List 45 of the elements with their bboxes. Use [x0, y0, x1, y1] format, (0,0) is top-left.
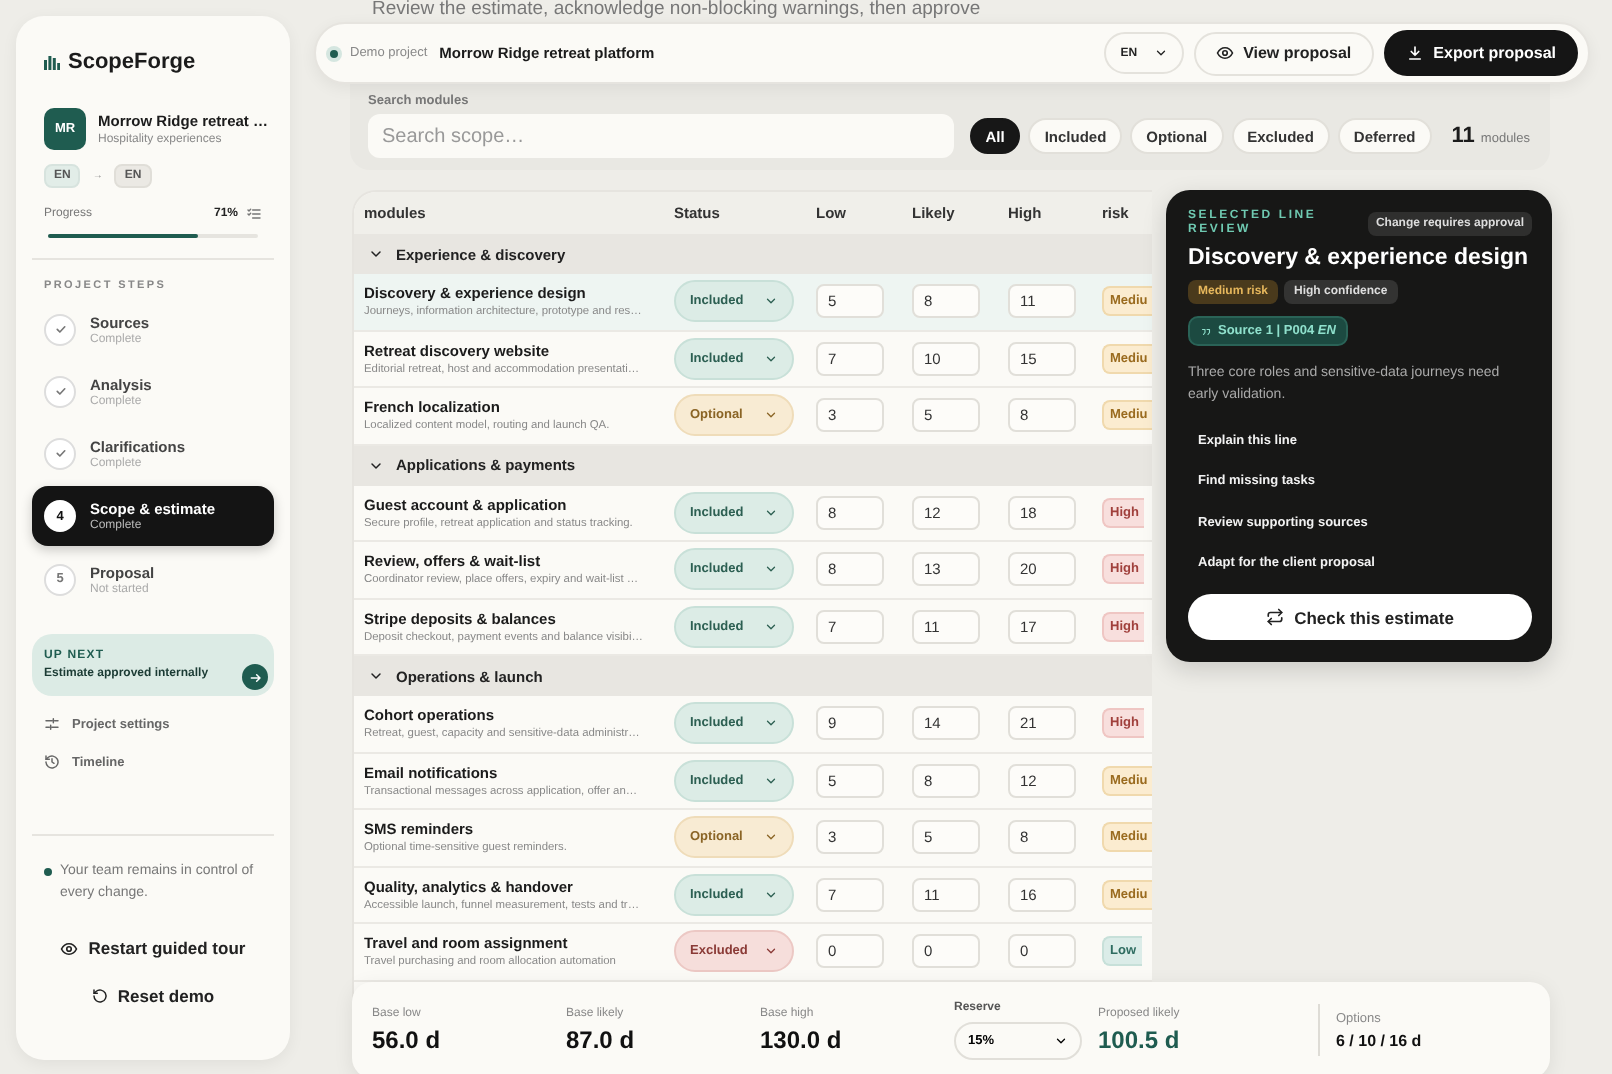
- tour-button[interactable]: Restart guided tour: [32, 938, 274, 958]
- sliders-icon: [44, 716, 60, 732]
- status-dot: [44, 868, 52, 876]
- review-title: Discovery & experience design: [1188, 246, 1531, 270]
- caret-icon: [764, 351, 778, 366]
- checklist-icon: [246, 206, 262, 222]
- arrow-icon: [247, 669, 263, 685]
- reset-button[interactable]: Reset demo: [32, 986, 274, 1006]
- caret-icon: [764, 505, 778, 520]
- check-icon: [51, 444, 69, 462]
- view-proposal-button[interactable]: View proposal: [1193, 31, 1374, 75]
- reset-icon: [91, 988, 108, 1004]
- metric-value: 56.0 d: [372, 1025, 443, 1053]
- caret-icon: [764, 773, 778, 788]
- download-icon: [1405, 44, 1424, 62]
- caret-icon: [764, 944, 778, 959]
- proposed-value: 100.5 d: [1098, 1025, 1182, 1053]
- next-button[interactable]: [242, 664, 268, 690]
- caret-icon: [764, 408, 778, 423]
- history-icon: [44, 754, 60, 770]
- logo-icon: [44, 54, 60, 70]
- caret-icon: [1054, 1033, 1068, 1047]
- metric-value: 87.0 d: [566, 1025, 637, 1053]
- export-button[interactable]: Export proposal: [1383, 30, 1578, 76]
- caret-icon: [764, 619, 778, 634]
- repeat-icon: [1266, 608, 1285, 626]
- check-icon: [51, 382, 69, 400]
- options-value: 6 / 10 / 16 d: [1336, 1031, 1422, 1049]
- caret-icon: [764, 887, 778, 902]
- check-estimate-button[interactable]: Check this estimate: [1188, 594, 1532, 640]
- module-count: 11: [1451, 124, 1475, 148]
- eye-icon: [1215, 44, 1234, 62]
- search-field[interactable]: Search scope…: [368, 114, 954, 158]
- caret-icon: [764, 562, 778, 577]
- check-icon: [51, 320, 69, 338]
- instruction-text: Review the estimate, acknowledge non-blocking warnings, then approve: [372, 0, 981, 20]
- quote-icon: [1200, 325, 1212, 337]
- metric-value: 130.0 d: [760, 1025, 844, 1053]
- status-dot: [330, 49, 338, 57]
- caret-icon: [764, 830, 778, 845]
- brand-name: ScopeForge: [68, 50, 196, 74]
- caret-icon: [1153, 46, 1168, 60]
- eye-icon: [60, 939, 79, 957]
- caret-icon: [764, 716, 778, 731]
- caret-icon: [764, 294, 778, 309]
